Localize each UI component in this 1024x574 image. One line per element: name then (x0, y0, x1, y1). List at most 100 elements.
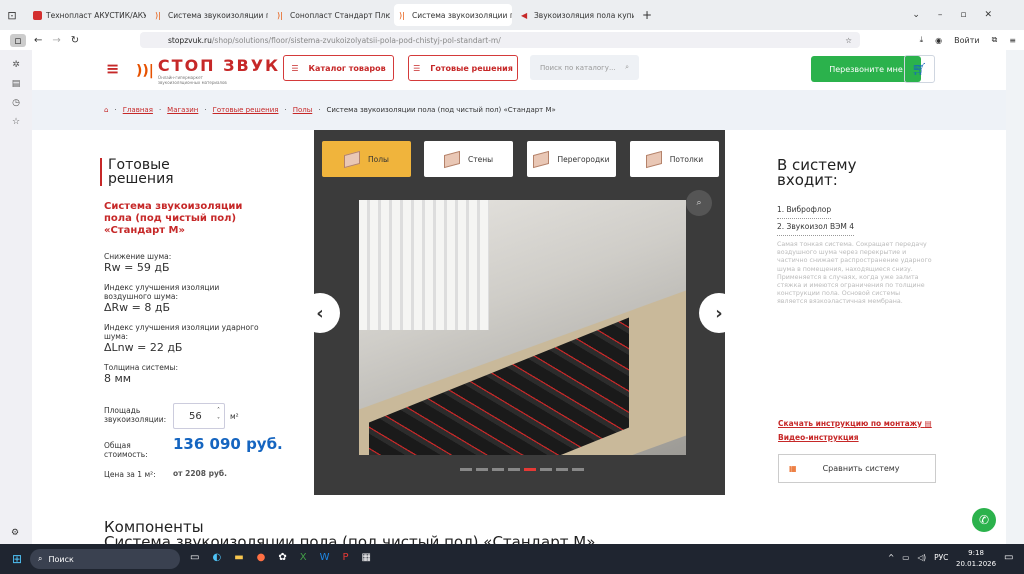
clock[interactable]: 9:18 20.01.2026 (956, 548, 996, 570)
slide-dot[interactable] (524, 468, 536, 471)
history-icon[interactable]: ◷ (0, 94, 32, 113)
account-icon[interactable]: ◉ (935, 36, 942, 45)
browser-tab-active[interactable]: )|Система звукоизоляции пола× (394, 4, 512, 26)
url-input[interactable]: stopzvuk.ru/shop/solutions/floor/sistema… (140, 32, 860, 48)
system-tray: ^ ▭ ◁) РУС (888, 553, 948, 562)
component-link[interactable]: 2. Звукоизол ВЭМ 4 (777, 219, 854, 236)
hamburger-icon[interactable]: ≡ (106, 59, 119, 78)
slide-dot[interactable] (508, 468, 520, 471)
bookmarks-icon[interactable]: ▤ (0, 75, 32, 94)
taskbar: ⊞ ⌕ Поиск ▭ ◐ ▬ ● ✿ X W P ▦ ^ ▭ ◁) РУС 9:18 20.01.202… (0, 544, 1024, 574)
word-icon[interactable]: W (320, 552, 330, 563)
menu-icon[interactable]: ≡ (1009, 36, 1016, 45)
reload-icon[interactable]: ↻ (71, 35, 79, 46)
home-icon[interactable]: ⌂ (104, 106, 108, 114)
list-icon: ☰ (291, 63, 299, 73)
cube-icon (344, 150, 361, 168)
specs: Снижение шума: Rw = 59 дБ Индекс улучшени… (104, 252, 259, 385)
taskbar-search[interactable]: ⌕ Поиск (30, 549, 180, 569)
prev-slide-button[interactable]: ‹ (300, 293, 340, 333)
component-link[interactable]: 1. Виброфлор (777, 202, 832, 219)
browser-tab[interactable]: )|Сонопласт Стандарт Плюс — з× (272, 4, 390, 26)
slide-dots (460, 468, 584, 471)
chevron-up-icon[interactable]: ^ (888, 553, 894, 562)
slide-dot[interactable] (476, 468, 488, 471)
ai-icon[interactable]: ✲ (0, 56, 32, 75)
browser-tab[interactable]: Технопласт АКУСТИК/АКУСТИК× (28, 4, 146, 26)
cart-icon[interactable]: 🛒︎ (904, 55, 935, 83)
tab-strip: ⊡ Технопласт АКУСТИК/АКУСТИК× )|Система … (0, 0, 1024, 30)
slide-dot[interactable] (556, 468, 568, 471)
explorer-icon[interactable]: ▬ (234, 552, 243, 563)
total-price: 136 090 руб. (173, 435, 283, 453)
tab-ceilings[interactable]: Потолки (630, 141, 719, 177)
slide-dot[interactable] (492, 468, 504, 471)
language-indicator[interactable]: РУС (934, 553, 948, 562)
section-heading: Готовые решения (100, 158, 174, 186)
tab-partitions[interactable]: Перегородки (527, 141, 616, 177)
compare-icon: ▦ (789, 464, 797, 473)
cube-icon (443, 150, 460, 168)
breadcrumb-link[interactable]: Готовые решения (213, 106, 279, 114)
slide-dot[interactable] (540, 468, 552, 471)
edge-icon[interactable]: ◐ (212, 552, 221, 563)
composition-list: 1. Виброфлор 2. Звукоизол ВЭМ 4 (777, 202, 854, 236)
compare-button[interactable]: ▦ Сравнить систему (778, 454, 936, 483)
excel-icon[interactable]: X (300, 552, 307, 563)
site-header: ≡ ))| СТОП ЗВУК Онлайн-гипермаркет звукои… (32, 50, 1006, 90)
bookmark-star-icon[interactable]: ☆ (845, 36, 852, 45)
product-photo (359, 200, 686, 455)
logo[interactable]: ))| СТОП ЗВУК Онлайн-гипермаркет звукоизо… (136, 56, 280, 85)
notifications-icon[interactable]: ▭ (1004, 552, 1013, 563)
windows-start-icon[interactable]: ⊞ (12, 552, 22, 566)
breadcrumb-link[interactable]: Полы (293, 106, 313, 114)
volume-icon[interactable]: ◁) (917, 553, 926, 562)
tab-list-icon[interactable]: ⊡ (0, 9, 24, 22)
search-input[interactable]: Поиск по каталогу... ⌕ (530, 55, 639, 80)
stepper-arrows[interactable]: ˄ ˅ (217, 406, 220, 426)
tn-icon (33, 10, 42, 20)
stopzvuk-icon: )| (277, 10, 283, 20)
catalog-button[interactable]: ☰ Каталог товаров (283, 55, 394, 81)
slide-dot[interactable] (460, 468, 472, 471)
firefox-icon[interactable]: ● (257, 552, 266, 563)
app-icon[interactable]: ✿ (278, 552, 286, 563)
solutions-button[interactable]: ☰ Готовые решения (408, 55, 518, 81)
install-instruction-link[interactable]: Скачать инструкцию по монтажу ▤ (778, 419, 932, 428)
browser-sidebar: ✲ ▤ ◷ ☆ ⚙ (0, 50, 32, 544)
breadcrumb-link[interactable]: Магазин (167, 106, 198, 114)
whatsapp-icon[interactable]: ✆ (972, 508, 996, 532)
list-icon: ☰ (413, 63, 421, 73)
breadcrumb-link[interactable]: Главная (123, 106, 153, 114)
area-quantity-stepper[interactable]: 56 ˄ ˅ (173, 403, 225, 429)
system-description: Самая тонкая система. Сокращает передачу… (777, 241, 932, 306)
browser-tab[interactable]: )|Система звукоизоляции пола× (150, 4, 268, 26)
speaker-icon: ◀ (521, 10, 528, 20)
settings-icon[interactable]: ⚙ (11, 528, 19, 538)
video-instruction-link[interactable]: Видео-инструкция (778, 433, 859, 442)
forward-icon[interactable]: → (52, 35, 60, 46)
next-slide-button[interactable]: › (699, 293, 739, 333)
network-icon[interactable]: ▭ (902, 553, 909, 562)
pdf-app-icon[interactable]: P (343, 552, 349, 563)
slide-dot[interactable] (572, 468, 584, 471)
stopzvuk-icon: )| (155, 10, 161, 20)
extensions-icon[interactable]: ⧉ (992, 35, 998, 45)
calc-icon[interactable]: ▦ (362, 552, 371, 563)
window-controls[interactable]: ⌄–▫✕ (912, 10, 1010, 20)
zoom-icon[interactable]: ⌕ (686, 190, 712, 216)
breadcrumb-current: Система звукоизоляции пола (под чистый п… (326, 106, 556, 114)
taskbar-apps: ▭ ◐ ▬ ● ✿ X W P ▦ (190, 552, 371, 563)
tab-walls[interactable]: Стены (424, 141, 513, 177)
sidebar-toggle-icon[interactable]: ▫ (10, 33, 26, 47)
browser-tab[interactable]: ◀Звукоизоляция пола купить м× (516, 4, 634, 26)
new-tab-button[interactable]: + (642, 8, 652, 22)
favorites-icon[interactable]: ☆ (0, 113, 32, 132)
system-title: Система звукоизоляции пола (под чистый п… (104, 201, 243, 236)
login-button[interactable]: Войти (954, 36, 979, 45)
task-view-icon[interactable]: ▭ (190, 552, 199, 563)
download-icon[interactable]: ⤓ (920, 35, 924, 45)
search-icon[interactable]: ⌕ (625, 63, 629, 72)
back-icon[interactable]: ← (34, 35, 42, 46)
tab-floors[interactable]: Полы (322, 141, 411, 177)
